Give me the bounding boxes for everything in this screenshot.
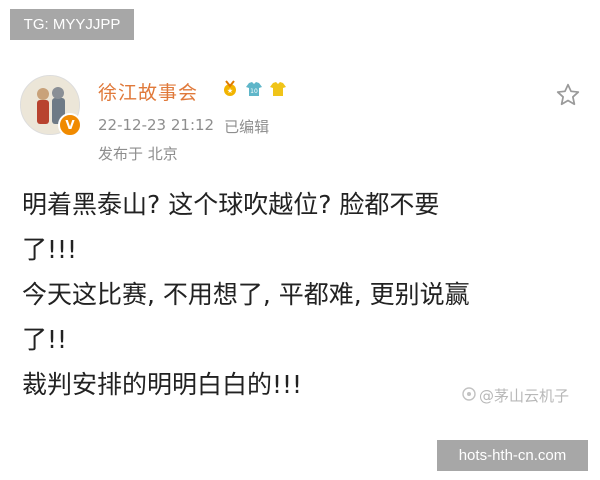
avatar[interactable]: V: [20, 75, 82, 137]
favorite-star-icon[interactable]: [555, 82, 581, 108]
post-timestamp: 22-12-23 21:12: [98, 116, 215, 134]
post-body-line: 明着黑泰山? 这个球吹越位? 脸都不要: [22, 190, 440, 219]
edited-label[interactable]: 已编辑: [224, 116, 269, 137]
svg-text:10: 10: [250, 88, 258, 95]
tg-overlay-label: TG: MYYJJPP: [10, 9, 134, 40]
shirt-icon[interactable]: [268, 79, 288, 99]
post-body-line: 今天这比赛, 不用想了, 平都难, 更别说赢: [22, 280, 470, 309]
post-body: 明着黑泰山? 这个球吹越位? 脸都不要 了!!! 今天这比赛, 不用想了, 平都…: [22, 182, 582, 407]
jersey-icon[interactable]: 10: [244, 79, 264, 99]
post-body-line: 了!!!: [22, 235, 78, 264]
watermark-text: @茅山云机子: [479, 387, 570, 405]
watermark: @茅山云机子: [462, 385, 569, 406]
medal-icon[interactable]: ★: [220, 79, 240, 99]
username[interactable]: 徐江故事会: [98, 78, 198, 105]
user-badges: ★ 10: [220, 79, 288, 99]
verified-badge-icon: V: [58, 113, 82, 137]
watermark-logo-icon: [462, 386, 476, 405]
post-location: 发布于 北京: [98, 145, 178, 163]
svg-text:★: ★: [227, 87, 233, 95]
post-body-line: 了!!: [22, 325, 68, 354]
site-overlay-label: hots-hth-cn.com: [437, 440, 588, 471]
post-meta: 22-12-23 21:12 已编辑: [98, 116, 269, 137]
